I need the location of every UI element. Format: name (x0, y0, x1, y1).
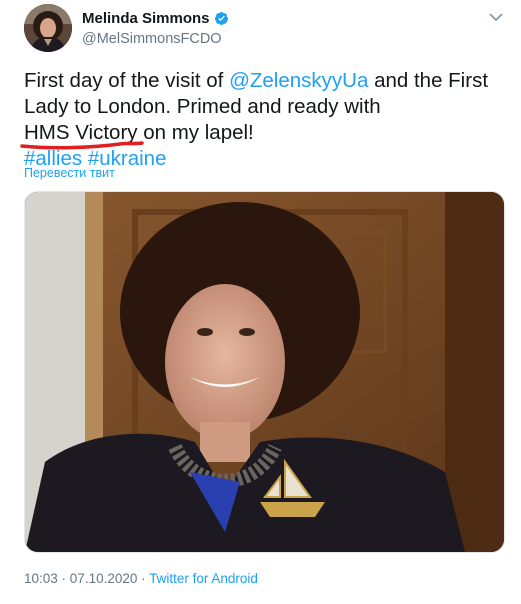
tweet-source[interactable]: Twitter for Android (149, 571, 258, 586)
tweet-date[interactable]: 07.10.2020 (70, 571, 138, 586)
verified-badge-icon (214, 11, 228, 26)
highlighted-text: HMS Victory on (20, 120, 166, 150)
tweet: Melinda Simmons @MelSimmonsFCDO First da… (0, 0, 521, 604)
meta-separator: · (57, 571, 70, 586)
user-handle[interactable]: @MelSimmonsFCDO (82, 31, 222, 47)
translate-tweet-link[interactable]: Перевести твит (24, 166, 115, 180)
tweet-photo[interactable] (24, 191, 505, 553)
tweet-time[interactable]: 10:03 (24, 571, 58, 586)
photo-image (25, 192, 504, 552)
mention-link[interactable]: @ZelenskyyUa (229, 69, 368, 92)
tweet-text-part3: my lapel! (166, 121, 254, 144)
meta-separator-2: · (137, 571, 150, 586)
name-row: Melinda Simmons (82, 10, 229, 27)
tweet-meta: 10:03 · 07.10.2020 · Twitter for Android (24, 571, 258, 586)
avatar[interactable] (24, 4, 72, 52)
red-underline-annotation (20, 141, 144, 150)
tweet-text: First day of the visit of @ZelenskyyUa a… (20, 68, 504, 172)
display-name[interactable]: Melinda Simmons (82, 10, 210, 27)
avatar-image (24, 4, 72, 52)
chevron-down-icon[interactable] (489, 12, 503, 22)
tweet-text-part1: First day of the visit of (24, 69, 230, 92)
